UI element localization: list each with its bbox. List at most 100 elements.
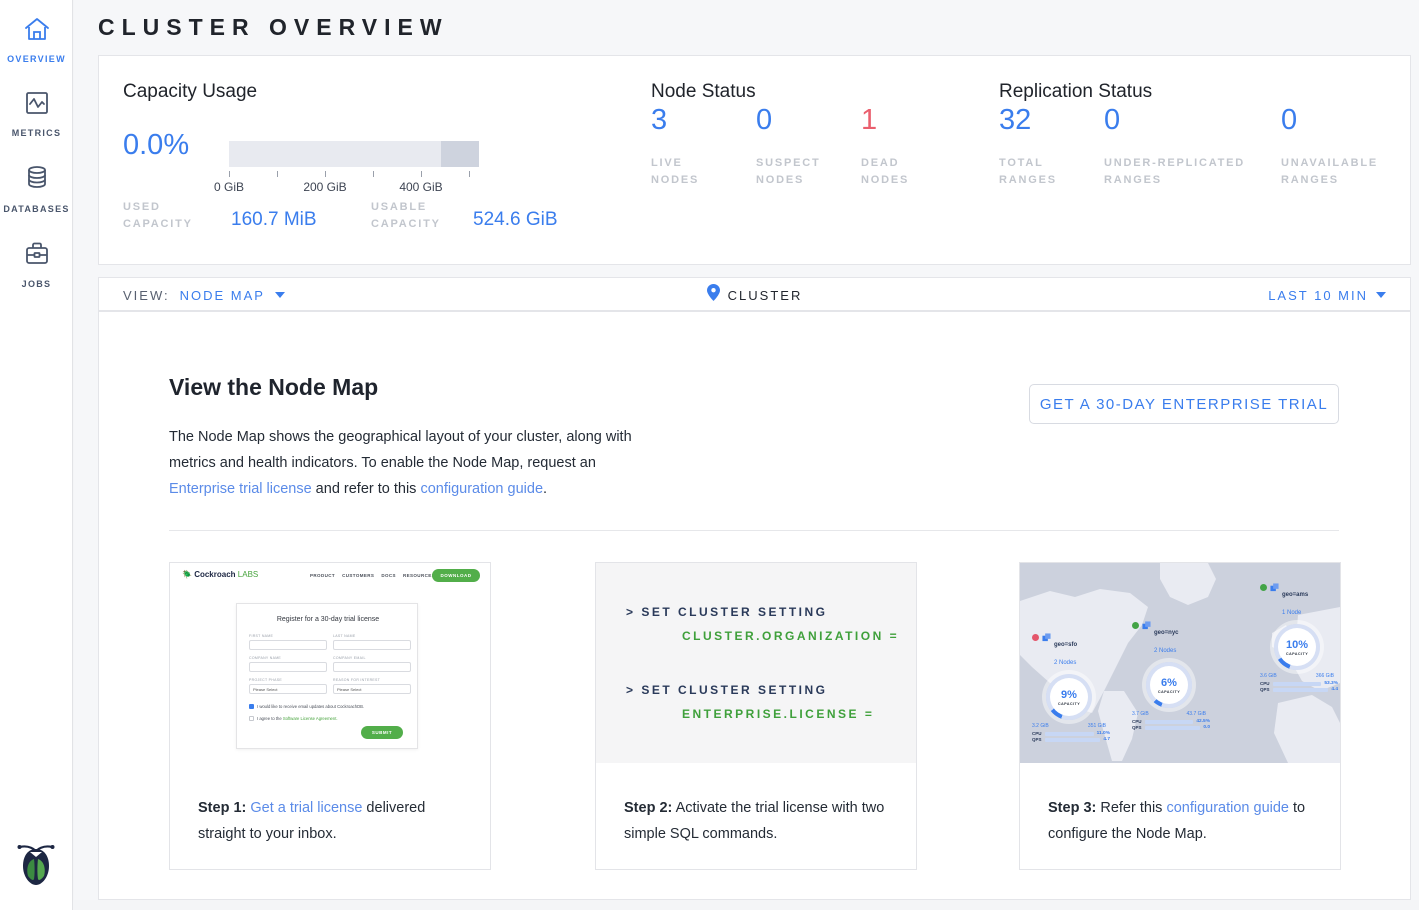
live-nodes-value: 3 bbox=[651, 104, 731, 137]
step1-label: Step 1: bbox=[198, 800, 246, 816]
description-text-1: The Node Map shows the geographical layo… bbox=[169, 429, 632, 471]
unavailable-ranges-value: 0 bbox=[1281, 104, 1401, 137]
time-range-value[interactable]: LAST 10 MIN bbox=[1268, 288, 1368, 303]
map-node-ams: geo=ams1 Node 10%CAPACITY 3.6 GiB366 GiB… bbox=[1260, 583, 1340, 692]
suspect-nodes-label: SUSPECT NODES bbox=[756, 155, 836, 189]
main-content: CLUSTER OVERVIEW Capacity Usage 0.0% 0 G… bbox=[74, 0, 1419, 910]
submit-button: SUBMIT bbox=[361, 726, 403, 739]
mini-site-header: 🪲 Cockroach LABS PRODUCT CUSTOMERS DOCS … bbox=[170, 563, 490, 589]
metrics-icon bbox=[23, 90, 51, 121]
sidebar: OVERVIEW METRICS DATABASES bbox=[0, 0, 73, 910]
databases-icon bbox=[23, 164, 51, 197]
total-gib: 43.7 GiB bbox=[1187, 711, 1206, 717]
cockroachdb-bug-logo bbox=[14, 839, 58, 896]
node-map-heading: View the Node Map bbox=[169, 374, 378, 401]
node-cube-icon bbox=[1270, 583, 1279, 592]
replication-status-section: Replication Status 32 TOTAL RANGES 0 UND… bbox=[999, 81, 1399, 103]
jobs-icon bbox=[23, 240, 51, 272]
cockroach-labs-logo: 🪲 Cockroach LABS bbox=[182, 570, 258, 579]
axis-tick bbox=[373, 171, 374, 177]
step3-text-1: Refer this bbox=[1096, 800, 1166, 816]
under-replicated-label: UNDER-REPLICATED RANGES bbox=[1104, 155, 1264, 189]
locality-node-count: 2 Nodes bbox=[1054, 660, 1076, 666]
axis-tick bbox=[229, 171, 230, 177]
get-trial-license-link[interactable]: Get a trial license bbox=[250, 800, 362, 816]
first-name-field: FIRST NAME bbox=[249, 634, 327, 650]
chevron-down-icon bbox=[1376, 292, 1386, 298]
sidebar-item-metrics[interactable]: METRICS bbox=[0, 74, 73, 148]
ok-badge-icon bbox=[1260, 584, 1267, 591]
qps-row: QPS4.7 bbox=[1032, 737, 1110, 742]
company-email-field: COMPANY EMAIL bbox=[333, 656, 411, 672]
dead-nodes-stat: 1 DEAD NODES bbox=[861, 81, 941, 189]
email-updates-checkbox: I would like to receive email updates ab… bbox=[249, 704, 364, 709]
locality-node-count: 2 Nodes bbox=[1154, 648, 1176, 654]
capacity-bar-chart bbox=[229, 141, 479, 167]
ok-badge-icon bbox=[1132, 622, 1139, 629]
total-gib: 366 GiB bbox=[1316, 673, 1334, 679]
used-capacity-value: 160.7 MiB bbox=[231, 209, 317, 231]
nav-resources: RESOURCES bbox=[403, 573, 435, 578]
node-cube-icon bbox=[1142, 621, 1151, 630]
capacity-gauge: 10%CAPACITY bbox=[1274, 624, 1320, 670]
node-map-panel: View the Node Map GET A 30-DAY ENTERPRIS… bbox=[98, 311, 1411, 900]
node-status-section: Node Status 3 LIVE NODES 0 SUSPECT NODES… bbox=[651, 81, 981, 103]
used-gib: 3.7 GiB bbox=[1132, 711, 1149, 717]
cluster-summary-card: Capacity Usage 0.0% 0 GiB 200 GiB 400 Gi… bbox=[98, 55, 1411, 265]
step2-card: > SET CLUSTER SETTING CLUSTER.ORGANIZATI… bbox=[595, 562, 917, 870]
sidebar-label-metrics: METRICS bbox=[0, 128, 73, 138]
description-text-3: . bbox=[543, 481, 547, 497]
sql-value-1: CLUSTER.ORGANIZATION = bbox=[682, 629, 899, 643]
cpu-row: CPU53.3% bbox=[1260, 681, 1338, 686]
home-icon bbox=[23, 16, 51, 47]
step3-card: geo=sfo2 Nodes 9%CAPACITY 3.2 GiB351 GiB… bbox=[1019, 562, 1341, 870]
download-button: DOWNLOAD bbox=[432, 569, 480, 582]
node-cube-icon bbox=[1042, 633, 1051, 642]
sidebar-item-overview[interactable]: OVERVIEW bbox=[0, 0, 73, 74]
axis-tick bbox=[277, 171, 278, 177]
description-text-2: and refer to this bbox=[312, 481, 421, 497]
node-map-preview: geo=sfo2 Nodes 9%CAPACITY 3.2 GiB351 GiB… bbox=[1020, 563, 1340, 763]
cpu-row: CPU11.0% bbox=[1032, 731, 1110, 736]
unavailable-ranges-stat: 0 UNAVAILABLE RANGES bbox=[1281, 81, 1401, 189]
error-badge-icon bbox=[1032, 634, 1039, 641]
total-ranges-value: 32 bbox=[999, 104, 1079, 137]
sql-value-2: ENTERPRISE.LICENSE = bbox=[682, 707, 874, 721]
sidebar-item-databases[interactable]: DATABASES bbox=[0, 148, 73, 224]
last-name-field: LAST NAME bbox=[333, 634, 411, 650]
capacity-usage-section: Capacity Usage 0.0% 0 GiB 200 GiB 400 Gi… bbox=[123, 81, 643, 103]
enterprise-trial-license-link[interactable]: Enterprise trial license bbox=[169, 481, 312, 497]
live-nodes-label: LIVE NODES bbox=[651, 155, 731, 189]
dead-nodes-value: 1 bbox=[861, 104, 941, 137]
step1-card: 🪲 Cockroach LABS PRODUCT CUSTOMERS DOCS … bbox=[169, 562, 491, 870]
dead-nodes-label: DEAD NODES bbox=[861, 155, 941, 189]
breadcrumb: CLUSTER bbox=[99, 278, 1410, 312]
sql-prompt-2: > SET CLUSTER SETTING bbox=[626, 683, 828, 697]
cpu-row: CPU42.5% bbox=[1132, 719, 1210, 724]
configuration-guide-link[interactable]: configuration guide bbox=[420, 481, 543, 497]
usable-capacity-value: 524.6 GiB bbox=[473, 209, 558, 231]
axis-tick bbox=[469, 171, 470, 177]
step3-label: Step 3: bbox=[1048, 800, 1096, 816]
axis-label-0: 0 GiB bbox=[214, 180, 244, 194]
time-range-selector[interactable]: LAST 10 MIN bbox=[1268, 278, 1386, 312]
used-capacity-label: USED CAPACITY bbox=[123, 199, 218, 233]
location-pin-icon bbox=[707, 284, 720, 306]
axis-label-400: 400 GiB bbox=[399, 180, 442, 194]
sql-commands-preview: > SET CLUSTER SETTING CLUSTER.ORGANIZATI… bbox=[596, 563, 916, 763]
locality-name: geo=nyc bbox=[1154, 630, 1179, 636]
step2-label: Step 2: bbox=[624, 800, 672, 816]
sidebar-item-jobs[interactable]: JOBS bbox=[0, 224, 73, 299]
capacity-gauge: 9%CAPACITY bbox=[1046, 674, 1092, 720]
capacity-gauge: 6%CAPACITY bbox=[1146, 662, 1192, 708]
step1-caption: Step 1: Get a trial license delivered st… bbox=[198, 795, 466, 847]
locality-name: geo=ams bbox=[1282, 592, 1308, 598]
enterprise-trial-button[interactable]: GET A 30-DAY ENTERPRISE TRIAL bbox=[1029, 384, 1339, 424]
axis-label-200: 200 GiB bbox=[303, 180, 346, 194]
step2-caption: Step 2: Activate the trial license with … bbox=[624, 795, 892, 847]
qps-row: QPS4.4 bbox=[1260, 687, 1338, 692]
suspect-nodes-stat: 0 SUSPECT NODES bbox=[756, 81, 836, 189]
license-agree-checkbox: I agree to the Software License Agreemen… bbox=[249, 716, 338, 721]
map-node-sfo: geo=sfo2 Nodes 9%CAPACITY 3.2 GiB351 GiB… bbox=[1032, 633, 1122, 742]
configuration-guide-link-2[interactable]: configuration guide bbox=[1166, 800, 1289, 816]
